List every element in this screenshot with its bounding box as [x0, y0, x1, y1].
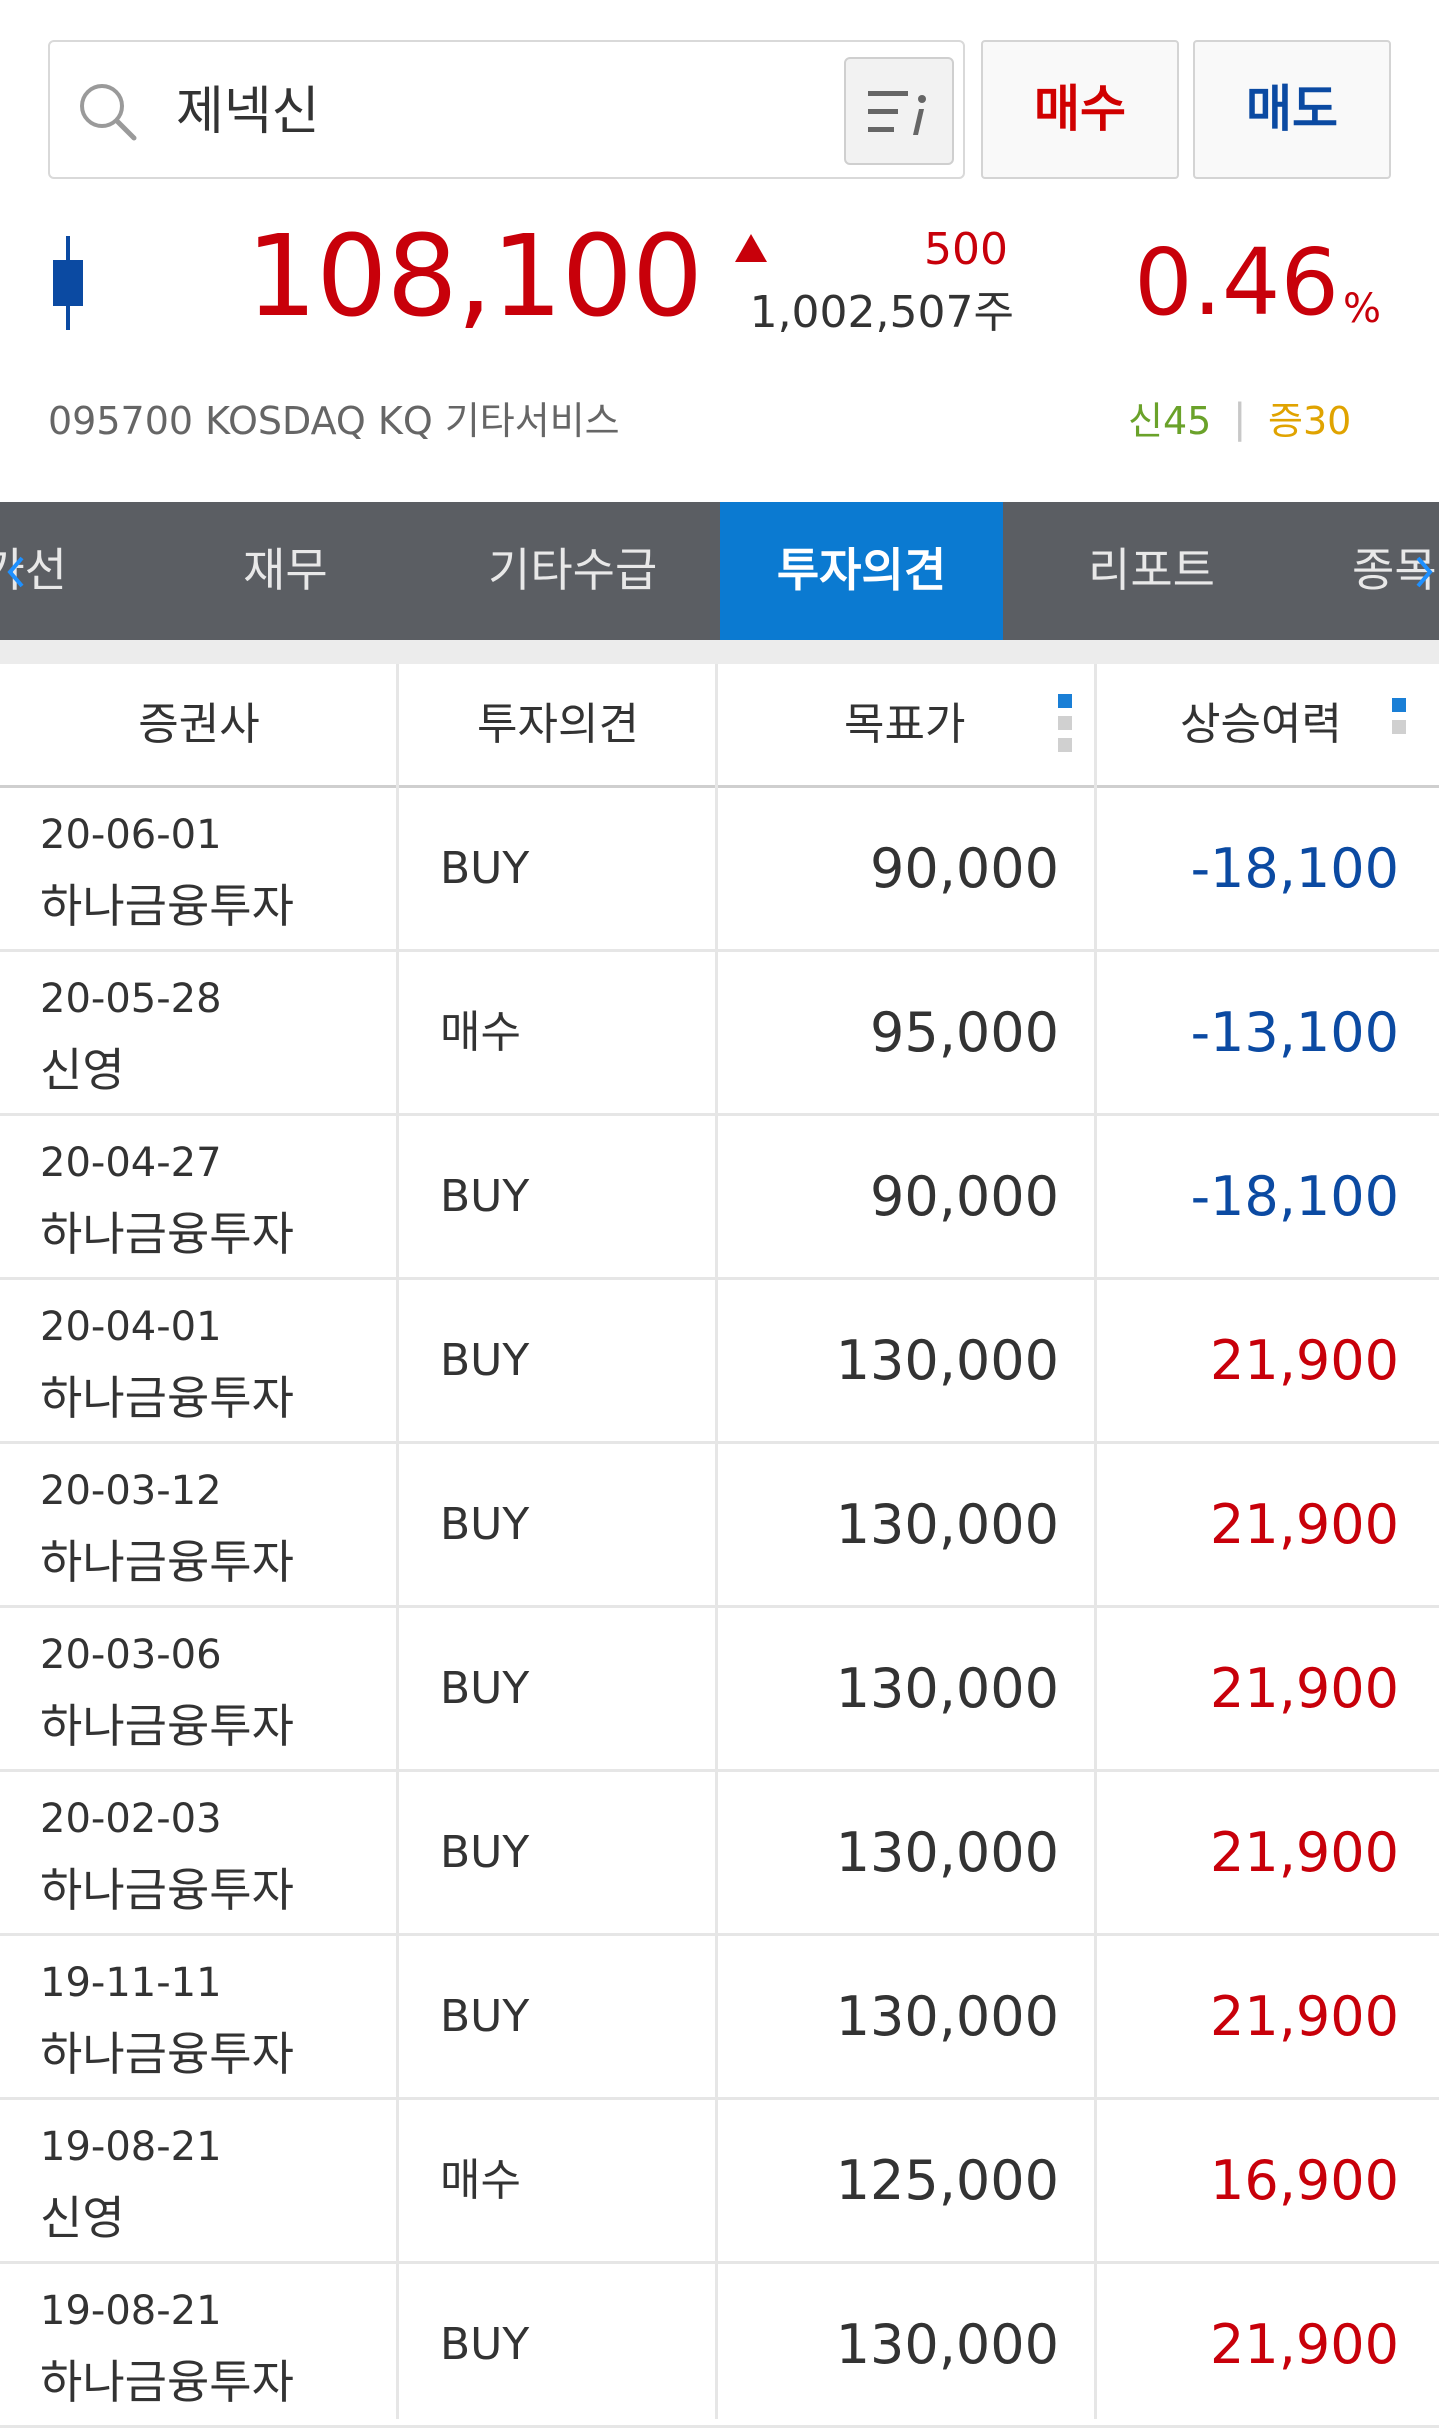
tab-other-supply[interactable]: 기타수급 — [488, 502, 657, 640]
table-row[interactable]: 19-08-21 신영 매수 125,000 16,900 — [0, 2100, 1439, 2264]
report-date: 20-03-12 — [40, 1468, 222, 1514]
table-row[interactable]: 20-03-06 하나금융투자 BUY 130,000 21,900 — [0, 1608, 1439, 1772]
badge-separator: | — [1233, 396, 1247, 442]
sort-icon[interactable] — [1058, 694, 1072, 760]
table-row[interactable]: 20-04-27 하나금융투자 BUY 90,000 -18,100 — [0, 1116, 1439, 1280]
percent-sign: % — [1342, 286, 1381, 332]
sell-button[interactable]: 매도 — [1193, 40, 1391, 179]
up-triangle-icon — [735, 234, 767, 262]
table-header: 증권사 투자의견 목표가 상승여력 — [0, 664, 1439, 788]
stock-code-market-sector: 095700 KOSDAQ KQ 기타서비스 — [48, 399, 620, 443]
table-row[interactable]: 20-03-12 하나금융투자 BUY 130,000 21,900 — [0, 1444, 1439, 1608]
header-upside-label: 상승여력 — [1180, 699, 1342, 750]
list-info-icon — [868, 91, 926, 135]
report-date: 20-06-01 — [40, 812, 222, 858]
opinion-value: 매수 — [440, 1007, 521, 1058]
target-price-value: 130,000 — [835, 2313, 1059, 2376]
sort-icon[interactable] — [1392, 698, 1406, 742]
upside-value: 16,900 — [1210, 2149, 1399, 2212]
opinion-value: BUY — [440, 1827, 530, 1878]
tab-bar: 호가선 재무 기타수급 투자의견 리포트 종목 — [0, 502, 1439, 640]
credit-ratio-badge: 신45 — [1128, 399, 1212, 443]
upside-value: -18,100 — [1190, 837, 1399, 900]
report-date: 19-11-11 — [40, 1960, 222, 2006]
opinion-value: BUY — [440, 1171, 530, 1222]
opinion-value: BUY — [440, 2319, 530, 2370]
scroll-right-icon[interactable] — [1414, 554, 1434, 590]
opinion-value: BUY — [440, 843, 530, 894]
brokerage-name: 하나금융투자 — [40, 1371, 294, 1425]
brokerage-name: 신영 — [40, 1043, 125, 1097]
target-price-value: 90,000 — [870, 837, 1059, 900]
header-firm: 증권사 — [138, 699, 260, 750]
brokerage-name: 하나금융투자 — [40, 2027, 294, 2081]
brokerage-name: 하나금융투자 — [40, 2355, 294, 2409]
header-target-price[interactable]: 목표가 — [718, 664, 1098, 785]
table-row[interactable]: 20-05-28 신영 매수 95,000 -13,100 — [0, 952, 1439, 1116]
brokerage-name: 신영 — [40, 2191, 125, 2245]
tab-investment-opinion[interactable]: 투자의견 — [720, 502, 1003, 640]
table-row[interactable]: 19-11-11 하나금융투자 BUY 130,000 21,900 — [0, 1936, 1439, 2100]
report-date: 20-02-03 — [40, 1796, 222, 1842]
price-change: 500 — [924, 224, 1008, 275]
table-row[interactable]: 20-04-01 하나금융투자 BUY 130,000 21,900 — [0, 1280, 1439, 1444]
tab-finance[interactable]: 재무 — [243, 502, 328, 640]
table-row[interactable]: 20-06-01 하나금융투자 BUY 90,000 -18,100 — [0, 788, 1439, 952]
buy-button[interactable]: 매수 — [981, 40, 1179, 179]
upside-value: 21,900 — [1210, 2313, 1399, 2376]
opinion-value: BUY — [440, 1663, 530, 1714]
upside-value: 21,900 — [1210, 1821, 1399, 1884]
target-price-value: 95,000 — [870, 1001, 1059, 1064]
upside-value: 21,900 — [1210, 1493, 1399, 1556]
header-upside[interactable]: 상승여력 — [1098, 664, 1439, 785]
target-price-value: 130,000 — [835, 1985, 1059, 2048]
report-date: 20-04-01 — [40, 1304, 222, 1350]
brokerage-name: 하나금융투자 — [40, 1207, 294, 1261]
upside-value: -13,100 — [1190, 1001, 1399, 1064]
opinion-value: BUY — [440, 1991, 530, 2042]
upside-value: 21,900 — [1210, 1329, 1399, 1392]
target-price-value: 125,000 — [835, 2149, 1059, 2212]
opinion-value: BUY — [440, 1335, 530, 1386]
brokerage-name: 하나금융투자 — [40, 1863, 294, 1917]
report-date: 20-05-28 — [40, 976, 222, 1022]
candlestick-icon — [53, 236, 83, 330]
report-date: 20-03-06 — [40, 1632, 222, 1678]
target-price-value: 130,000 — [835, 1329, 1059, 1392]
report-date: 20-04-27 — [40, 1140, 222, 1186]
opinion-value: BUY — [440, 1499, 530, 1550]
target-price-value: 130,000 — [835, 1657, 1059, 1720]
trade-volume: 1,002,507주 — [749, 287, 1014, 338]
change-percent: 0.46 — [1134, 229, 1339, 336]
stock-search-box[interactable]: 제넥신 — [48, 40, 965, 179]
scroll-left-icon[interactable] — [6, 554, 26, 590]
table-row[interactable]: 19-08-21 하나금융투자 BUY 130,000 21,900 — [0, 2264, 1439, 2428]
opinion-value: 매수 — [440, 2155, 521, 2206]
upside-value: -18,100 — [1190, 1165, 1399, 1228]
stock-info-menu-button[interactable] — [844, 57, 954, 165]
tab-report[interactable]: 리포트 — [1088, 502, 1215, 640]
margin-ratio-badge: 증30 — [1268, 399, 1352, 443]
report-date: 19-08-21 — [40, 2124, 222, 2170]
target-price-value: 130,000 — [835, 1493, 1059, 1556]
table-row[interactable]: 20-02-03 하나금융투자 BUY 130,000 21,900 — [0, 1772, 1439, 1936]
search-input[interactable]: 제넥신 — [176, 74, 320, 150]
target-price-value: 90,000 — [870, 1165, 1059, 1228]
opinion-table-body: 20-06-01 하나금융투자 BUY 90,000 -18,100 20-05-28 신영… — [0, 788, 1439, 2428]
upside-value: 21,900 — [1210, 1657, 1399, 1720]
search-icon — [80, 84, 137, 141]
header-target-label: 목표가 — [844, 699, 966, 750]
report-date: 19-08-21 — [40, 2288, 222, 2334]
header-opinion: 투자의견 — [477, 699, 639, 750]
brokerage-name: 하나금융투자 — [40, 1699, 294, 1753]
target-price-value: 130,000 — [835, 1821, 1059, 1884]
brokerage-name: 하나금융투자 — [40, 1535, 294, 1589]
tab-divider — [0, 640, 1439, 664]
current-price: 108,100 — [246, 212, 703, 342]
brokerage-name: 하나금융투자 — [40, 879, 294, 933]
upside-value: 21,900 — [1210, 1985, 1399, 2048]
